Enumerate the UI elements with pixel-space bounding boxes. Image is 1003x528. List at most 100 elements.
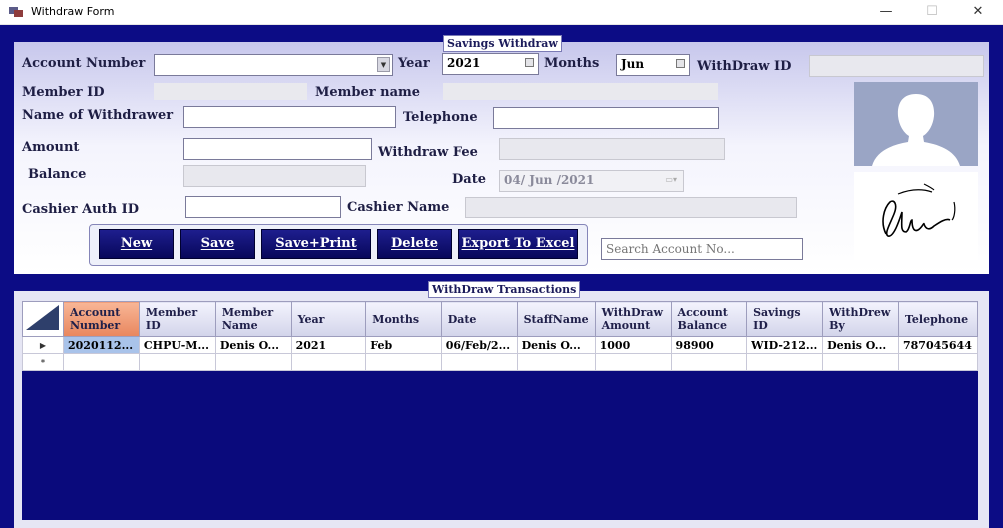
column-header-label: StaffName	[523, 312, 589, 326]
date-label: Date	[452, 172, 486, 187]
amount-label: Amount	[22, 140, 80, 155]
date-picker[interactable]: 04/ Jun /2021 ▭▾	[499, 170, 684, 192]
column-header[interactable]: StaffName	[516, 301, 596, 337]
column-header[interactable]: Date	[440, 301, 518, 337]
cashier-auth-id-label: Cashier Auth ID	[22, 202, 139, 217]
table-cell[interactable]: Denis O...	[516, 336, 596, 354]
cashier-auth-id-input[interactable]	[185, 196, 341, 218]
search-input[interactable]	[602, 239, 802, 259]
table-cell[interactable]: 2020112...	[63, 336, 140, 354]
table-cell[interactable]	[746, 353, 824, 371]
column-header-label: Number	[70, 319, 121, 332]
table-cell[interactable]: 98900	[670, 336, 748, 354]
search-account-field[interactable]	[601, 238, 803, 260]
telephone-input[interactable]	[493, 107, 719, 129]
column-header-label: Savings	[753, 306, 801, 319]
column-header-label: Amount	[601, 319, 651, 332]
withdraw-fee-label: Withdraw Fee	[378, 145, 478, 160]
column-header[interactable]: Savings ID	[746, 301, 824, 337]
table-cell[interactable]: 1000	[594, 336, 672, 354]
save-button[interactable]: Save	[180, 229, 255, 259]
table-cell[interactable]: 2021	[290, 336, 367, 354]
select-all-corner[interactable]	[22, 301, 64, 337]
column-header-label: Account	[677, 306, 728, 319]
column-header-label: WithDrew	[829, 306, 891, 319]
year-label: Year	[398, 56, 430, 71]
export-to-excel-button[interactable]: Export To Excel	[458, 229, 578, 259]
withdraw-transactions-title: WithDraw Transactions	[428, 281, 581, 298]
column-header-label: Account	[70, 306, 121, 319]
column-header-label: Months	[372, 312, 420, 326]
name-of-withdrawer-input[interactable]	[183, 106, 396, 128]
column-header[interactable]: WithDrew By	[822, 301, 899, 337]
user-silhouette-icon	[854, 82, 978, 166]
table-cell[interactable]	[897, 353, 979, 371]
account-number-combo[interactable]: ▼	[154, 54, 393, 76]
member-name-label: Member name	[315, 85, 421, 100]
table-cell[interactable]: WID-212...	[746, 336, 824, 354]
new-button[interactable]: New	[99, 229, 174, 259]
column-header[interactable]: Telephone	[897, 301, 979, 337]
row-header[interactable]: ▶	[22, 336, 64, 354]
column-header-label: ID	[145, 319, 161, 332]
table-cell[interactable]	[440, 353, 518, 371]
column-header[interactable]: Months	[365, 301, 442, 337]
column-header-label: Date	[447, 312, 477, 326]
table-cell[interactable]: Denis O...	[822, 336, 899, 354]
new-row[interactable]: *	[22, 353, 979, 371]
delete-button[interactable]: Delete	[377, 229, 452, 259]
column-header-label: WithDraw	[601, 306, 663, 319]
column-header-label: Balance	[677, 319, 727, 332]
cashier-name-label: Cashier Name	[347, 200, 450, 215]
months-label: Months	[544, 56, 600, 71]
table-cell[interactable]	[365, 353, 442, 371]
balance-field	[183, 165, 366, 187]
table-cell[interactable]: CHPU-M...	[138, 336, 216, 354]
save-print-button[interactable]: Save+Print	[261, 229, 371, 259]
column-header[interactable]: Account Number	[63, 301, 140, 337]
withdraw-id-field	[809, 55, 984, 77]
table-cell[interactable]	[516, 353, 596, 371]
table-cell[interactable]	[594, 353, 672, 371]
cashier-name-field	[465, 197, 797, 218]
account-number-label: Account Number	[22, 56, 146, 71]
telephone-label: Telephone	[403, 110, 478, 125]
minimize-button[interactable]: —	[863, 0, 909, 24]
year-picker[interactable]: 2021	[442, 53, 539, 75]
table-cell[interactable]	[63, 353, 140, 371]
column-header[interactable]: Member Name	[214, 301, 292, 337]
member-id-label: Member ID	[22, 85, 105, 100]
column-header-label: Year	[297, 312, 325, 326]
table-cell[interactable]: Denis O...	[214, 336, 292, 354]
table-cell[interactable]	[138, 353, 216, 371]
withdraw-id-label: WithDraw ID	[697, 59, 792, 74]
amount-input[interactable]	[183, 138, 372, 160]
column-header[interactable]: Account Balance	[670, 301, 748, 337]
spin-icon[interactable]	[525, 58, 534, 67]
title-bar: Withdraw Form — ☐ ✕	[0, 0, 1003, 25]
transactions-grid[interactable]: Account Number Member ID Member Name Year Month…	[22, 301, 979, 520]
table-cell[interactable]: 787045644	[897, 336, 979, 354]
column-header[interactable]: Member ID	[138, 301, 216, 337]
grid-header-row: Account Number Member ID Member Name Year Month…	[22, 301, 979, 337]
maximize-button[interactable]: ☐	[909, 0, 955, 24]
spin-icon[interactable]	[676, 59, 685, 68]
table-cell[interactable]	[670, 353, 748, 371]
table-cell[interactable]: 06/Feb/2...	[440, 336, 518, 354]
table-cell[interactable]	[822, 353, 899, 371]
table-cell[interactable]: Feb	[365, 336, 442, 354]
close-button[interactable]: ✕	[955, 0, 1001, 24]
table-cell[interactable]	[214, 353, 292, 371]
column-header[interactable]: WithDraw Amount	[594, 301, 672, 337]
column-header-label: Member	[145, 306, 198, 319]
chevron-down-icon[interactable]: ▼	[377, 57, 390, 72]
signature-image	[854, 172, 978, 260]
table-cell[interactable]	[290, 353, 367, 371]
withdraw-fee-field	[499, 138, 725, 160]
table-row[interactable]: ▶ 2020112... CHPU-M... Denis O... 2021 Feb 06/…	[22, 336, 979, 354]
calendar-dropdown-icon[interactable]: ▭▾	[665, 174, 677, 184]
corner-triangle-icon	[26, 305, 59, 330]
column-header[interactable]: Year	[290, 301, 367, 337]
months-picker[interactable]: Jun	[616, 54, 690, 76]
row-header[interactable]: *	[22, 353, 64, 371]
